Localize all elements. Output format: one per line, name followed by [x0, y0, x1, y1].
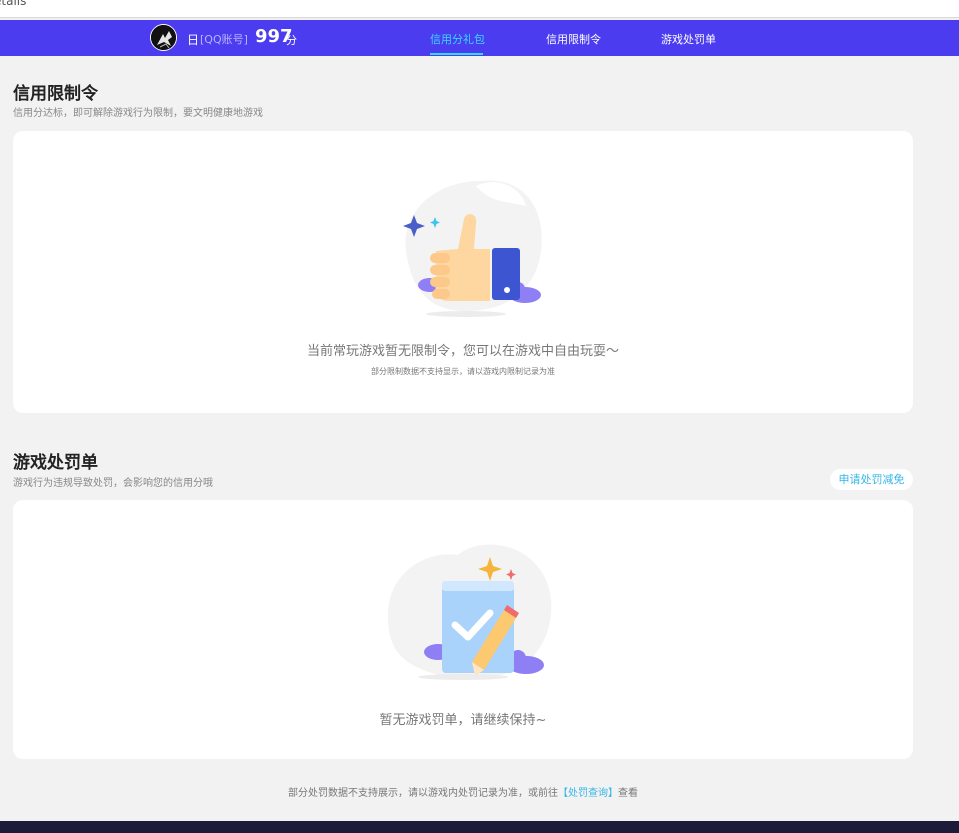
thumbs-up-illustration-icon: [403, 180, 542, 317]
active-tab-indicator: [430, 53, 483, 55]
restriction-section-subtitle: 信用分达标，即可解除游戏行为限制，要文明健康地游戏: [13, 108, 263, 119]
penalty-section-title: 游戏处罚单: [13, 453, 98, 473]
apply-penalty-reduction-button[interactable]: 申请处罚减免: [830, 469, 913, 490]
top-nav-bar: 日 [QQ账号] 997 分 信用分礼包 信用限制令 游戏处罚单: [0, 20, 959, 56]
restriction-empty-message: 当前常玩游戏暂无限制令，您可以在游戏中自由玩耍～: [306, 344, 619, 359]
penalty-section-subtitle: 游戏行为违规导致处罚，会影响您的信用分哦: [13, 478, 213, 489]
window-title-text: etails: [0, 0, 27, 8]
footer-note-suffix: 查看: [618, 788, 638, 799]
user-name: 日: [187, 33, 200, 47]
bottom-bar: [0, 821, 959, 833]
tab-credit-restriction[interactable]: 信用限制令: [546, 31, 601, 47]
restriction-card: 当前常玩游戏暂无限制令，您可以在游戏中自由玩耍～ 部分限制数据不支持显示，请以游…: [13, 131, 913, 413]
avatar[interactable]: [150, 24, 177, 51]
penalty-footer-note: 部分处罚数据不支持展示，请以游戏内处罚记录为准，或前往【处罚查询】查看: [0, 784, 926, 799]
penalty-card: 暂无游戏罚单，请继续保持~: [13, 500, 913, 759]
account-type-label: [QQ账号]: [200, 33, 248, 46]
window-title-strip: etails: [0, 0, 959, 18]
tab-game-penalty[interactable]: 游戏处罚单: [661, 31, 716, 47]
penalty-empty-message: 暂无游戏罚单，请继续保持~: [379, 713, 547, 728]
avatar-silhouette-icon: [151, 25, 176, 50]
credit-score-unit: 分: [286, 34, 297, 47]
tab-credit-gift[interactable]: 信用分礼包: [430, 31, 485, 47]
footer-note-prefix: 部分处罚数据不支持展示，请以游戏内处罚记录为准，或前往: [288, 788, 558, 799]
penalty-query-link[interactable]: 【处罚查询】: [558, 788, 618, 799]
restriction-data-note: 部分限制数据不支持显示，请以游戏内限制记录为准: [371, 367, 555, 376]
restriction-section-title: 信用限制令: [13, 84, 98, 104]
checklist-pencil-illustration-icon: [388, 544, 552, 680]
